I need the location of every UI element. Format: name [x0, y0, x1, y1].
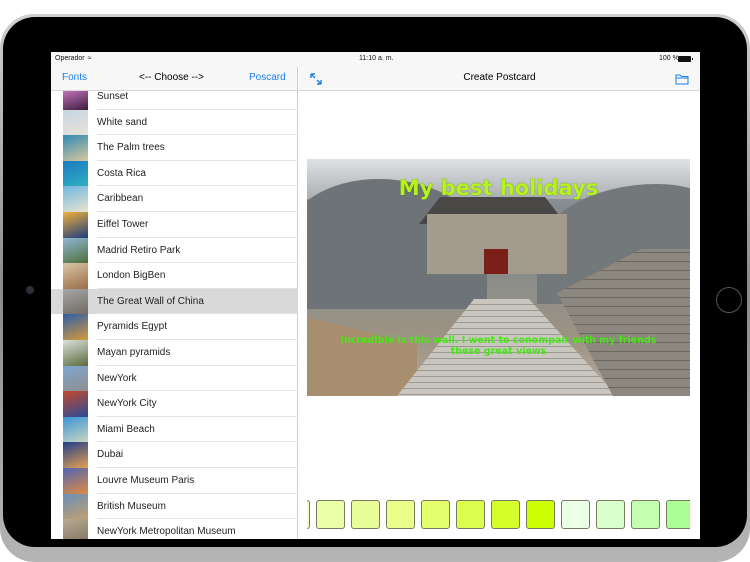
thumbnail-image — [63, 160, 88, 187]
thumbnail-image — [63, 519, 88, 539]
folder-icon[interactable] — [675, 73, 689, 85]
status-bar: Operador ≈ 11:10 a. m. 100 % — [51, 52, 700, 67]
postcard-canvas[interactable]: My best holidays Incredible is this wall… — [307, 159, 690, 396]
color-swatch[interactable] — [526, 500, 555, 529]
postcard-title-text[interactable]: My best holidays — [307, 176, 690, 200]
postcard-button[interactable]: Poscard — [249, 72, 286, 83]
list-item[interactable]: Madrid Retiro Park — [51, 237, 298, 264]
camera-icon — [26, 286, 34, 294]
detail-title: Create Postcard — [463, 72, 536, 83]
list-item[interactable]: The Palm trees — [51, 135, 298, 161]
list-item[interactable]: London BigBen — [51, 263, 298, 289]
detail-nav-bar: Create Postcard — [299, 67, 700, 91]
master-title: <-- Choose --> — [139, 72, 205, 83]
list-item[interactable]: Eiffel Tower — [51, 211, 298, 238]
list-item-label: Louvre Museum Paris — [97, 474, 195, 486]
list-item-label: Mayan pyramids — [97, 346, 171, 358]
thumbnail-image — [63, 288, 88, 315]
detail-pane: Create Postcard My best holidays Incredi… — [299, 52, 700, 539]
thumbnail-image — [63, 467, 88, 494]
list-item-label: NewYork — [97, 372, 137, 384]
thumbnail-image — [63, 391, 88, 417]
color-swatch[interactable] — [456, 500, 485, 529]
thumbnail-image — [63, 314, 88, 340]
destination-list[interactable]: Sunset White sand The Palm trees Costa Rica… — [51, 91, 298, 539]
list-item[interactable]: Caribbean — [51, 186, 298, 212]
list-item[interactable]: Louvre Museum Paris — [51, 467, 298, 494]
list-item-label: Sunset — [97, 91, 129, 102]
thumbnail-image — [63, 109, 88, 136]
list-item-label: Dubai — [97, 449, 124, 461]
thumbnail-image — [63, 416, 88, 443]
thumbnail-image — [63, 263, 88, 289]
thumbnail-image — [63, 135, 88, 161]
carrier-name: Operador — [55, 55, 85, 62]
status-time: 11:10 a. m. — [359, 55, 394, 62]
color-swatch[interactable] — [316, 500, 345, 529]
list-item-label: NewYork Metropolitan Museum — [97, 526, 236, 538]
postcard-image-door — [484, 249, 508, 274]
list-item-label: White sand — [97, 116, 148, 128]
thumbnail-image — [63, 91, 88, 110]
list-item-label: The Great Wall of China — [97, 295, 204, 307]
list-item[interactable]: Mayan pyramids — [51, 339, 298, 366]
list-item[interactable]: NewYork — [51, 365, 298, 392]
color-swatch[interactable] — [596, 500, 625, 529]
color-swatch[interactable] — [351, 500, 380, 529]
thumbnail-image — [63, 365, 88, 392]
list-item[interactable]: British Museum — [51, 493, 298, 520]
postcard-message-text[interactable]: Incredible is this wall. I went to conom… — [337, 335, 660, 357]
list-item-label: The Palm trees — [97, 142, 165, 154]
color-swatch[interactable] — [561, 500, 590, 529]
thumbnail-image — [63, 186, 88, 212]
list-item[interactable]: The Great Wall of China — [51, 288, 298, 315]
thumbnail-image — [63, 237, 88, 264]
thumbnail-image — [63, 493, 88, 520]
list-item-label: British Museum — [97, 500, 166, 512]
battery-icon — [678, 56, 693, 62]
color-swatch-strip[interactable] — [307, 498, 690, 530]
color-swatch[interactable] — [421, 500, 450, 529]
list-item[interactable]: Costa Rica — [51, 160, 298, 187]
list-item-label: Pyramids Egypt — [97, 321, 168, 333]
thumbnail-image — [63, 442, 88, 468]
color-swatch[interactable] — [491, 500, 520, 529]
master-nav-bar: Fonts <-- Choose --> Poscard — [51, 67, 297, 91]
list-item-label: Madrid Retiro Park — [97, 244, 181, 256]
list-item-label: Costa Rica — [97, 167, 146, 179]
list-item[interactable]: Pyramids Egypt — [51, 314, 298, 340]
destination-list-inner: Sunset White sand The Palm trees Costa Rica… — [51, 91, 298, 539]
list-item-label: Miami Beach — [97, 423, 155, 435]
list-item[interactable]: White sand — [51, 109, 298, 136]
list-item[interactable]: NewYork Metropolitan Museum — [51, 519, 298, 539]
battery-percent: 100 % — [659, 55, 679, 62]
screen: Fonts <-- Choose --> Poscard Sunset White… — [51, 52, 700, 539]
list-item-label: Eiffel Tower — [97, 218, 149, 230]
list-item[interactable]: Dubai — [51, 442, 298, 468]
color-swatch[interactable] — [386, 500, 415, 529]
list-item[interactable]: Sunset — [51, 91, 298, 110]
carrier-label: Operador ≈ — [55, 55, 91, 62]
wifi-icon: ≈ — [87, 55, 92, 62]
color-swatch[interactable] — [666, 500, 690, 529]
list-item-label: NewYork City — [97, 398, 157, 410]
home-button[interactable] — [716, 287, 742, 313]
color-swatch[interactable] — [307, 500, 310, 529]
list-item-label: London BigBen — [97, 270, 166, 282]
color-swatch[interactable] — [631, 500, 660, 529]
master-pane: Fonts <-- Choose --> Poscard Sunset White… — [51, 52, 298, 539]
fonts-button[interactable]: Fonts — [62, 72, 87, 83]
ipad-device: Fonts <-- Choose --> Poscard Sunset White… — [0, 14, 750, 562]
list-item-label: Caribbean — [97, 193, 144, 205]
list-item[interactable]: NewYork City — [51, 391, 298, 417]
thumbnail-image — [63, 339, 88, 366]
list-item[interactable]: Miami Beach — [51, 416, 298, 443]
thumbnail-image — [63, 211, 88, 238]
